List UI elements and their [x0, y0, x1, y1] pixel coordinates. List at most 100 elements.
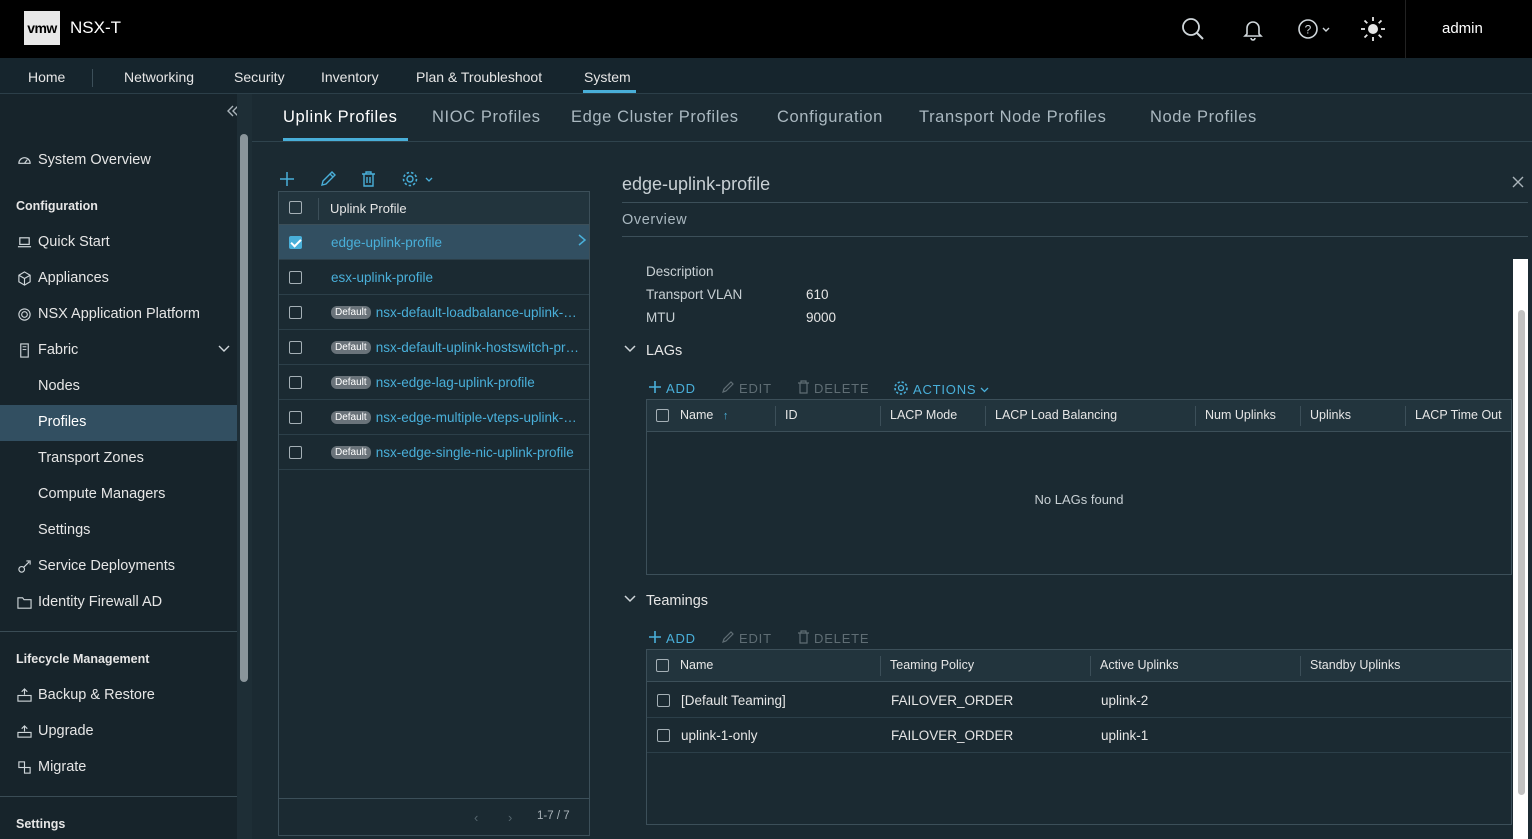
- select-all-checkbox[interactable]: [656, 409, 669, 422]
- table-row[interactable]: uplink-1-only FAILOVER_ORDER uplink-1: [647, 718, 1511, 753]
- column-header-uplink-profile[interactable]: Uplink Profile: [330, 201, 407, 216]
- column-header-lacp-load-balancing[interactable]: LACP Load Balancing: [995, 408, 1117, 422]
- list-item[interactable]: Default nsx-default-loadbalance-uplink-ho…: [279, 295, 589, 330]
- row-checkbox[interactable]: [289, 446, 302, 459]
- column-header-lacp-timeout[interactable]: LACP Time Out: [1415, 408, 1502, 422]
- list-item[interactable]: esx-uplink-profile: [279, 260, 589, 295]
- sidebar-item-nsx-app-platform[interactable]: NSX Application Platform: [16, 306, 200, 322]
- row-checkbox[interactable]: [289, 341, 302, 354]
- tab-transport-node-profiles[interactable]: Transport Node Profiles: [919, 108, 1106, 127]
- next-page-icon[interactable]: ›: [508, 810, 512, 825]
- edit-pencil-icon[interactable]: [319, 170, 337, 193]
- profile-link[interactable]: Default nsx-edge-single-nic-uplink-profil…: [331, 445, 581, 460]
- column-header-teaming-policy[interactable]: Teaming Policy: [890, 658, 974, 672]
- vmware-logo[interactable]: vmw: [24, 11, 60, 45]
- column-divider[interactable]: [1090, 656, 1091, 676]
- column-header-uplinks[interactable]: Uplinks: [1310, 408, 1351, 422]
- theme-sun-icon[interactable]: [1360, 16, 1386, 42]
- nav-plan-troubleshoot[interactable]: Plan & Troubleshoot: [416, 69, 542, 85]
- sidebar-item-migrate[interactable]: Migrate: [16, 759, 86, 775]
- sidebar-item-profiles[interactable]: Profiles: [38, 414, 86, 430]
- row-checkbox[interactable]: [657, 729, 670, 742]
- tab-node-profiles[interactable]: Node Profiles: [1150, 108, 1257, 127]
- column-header-standby-uplinks[interactable]: Standby Uplinks: [1310, 658, 1400, 672]
- sidebar-item-transport-zones[interactable]: Transport Zones: [38, 450, 144, 466]
- lags-section-toggle[interactable]: LAGs: [624, 343, 682, 359]
- column-header-active-uplinks[interactable]: Active Uplinks: [1100, 658, 1179, 672]
- nav-security[interactable]: Security: [234, 69, 285, 85]
- teamings-edit-button[interactable]: EDIT: [721, 630, 772, 647]
- sidebar-item-upgrade[interactable]: Upgrade: [16, 723, 94, 739]
- sidebar-item-fabric[interactable]: Fabric: [16, 342, 230, 358]
- sidebar-item-nodes[interactable]: Nodes: [38, 378, 80, 394]
- column-divider[interactable]: [880, 406, 881, 426]
- column-header-lacp-mode[interactable]: LACP Mode: [890, 408, 957, 422]
- detail-scrollbar[interactable]: [1518, 310, 1525, 795]
- profile-link[interactable]: edge-uplink-profile: [331, 235, 581, 250]
- list-item[interactable]: edge-uplink-profile: [279, 225, 589, 260]
- column-divider[interactable]: [1300, 656, 1301, 676]
- sidebar-item-backup-restore[interactable]: Backup & Restore: [16, 687, 155, 703]
- sidebar-item-settings[interactable]: Settings: [38, 522, 90, 538]
- prev-page-icon[interactable]: ‹: [474, 810, 478, 825]
- search-icon[interactable]: [1180, 16, 1206, 42]
- profile-link[interactable]: Default nsx-default-loadbalance-uplink-ho…: [331, 305, 581, 320]
- chevron-right-icon[interactable]: [577, 233, 587, 250]
- close-icon[interactable]: [1511, 174, 1525, 194]
- sidebar-item-system-overview[interactable]: System Overview: [16, 152, 151, 168]
- lags-edit-button[interactable]: EDIT: [721, 380, 772, 397]
- sidebar-item-identity-firewall[interactable]: Identity Firewall AD: [16, 594, 162, 610]
- nav-system[interactable]: System: [584, 69, 631, 85]
- column-divider[interactable]: [1300, 406, 1301, 426]
- lags-actions-dropdown[interactable]: ACTIONS: [893, 380, 989, 399]
- app-title[interactable]: NSX-T: [70, 18, 121, 38]
- column-divider[interactable]: [1405, 406, 1406, 426]
- column-divider[interactable]: [775, 406, 776, 426]
- row-checkbox[interactable]: [289, 271, 302, 284]
- row-checkbox[interactable]: [657, 694, 670, 707]
- column-header-num-uplinks[interactable]: Num Uplinks: [1205, 408, 1276, 422]
- sidebar-item-service-deployments[interactable]: Service Deployments: [16, 558, 175, 574]
- column-header-id[interactable]: ID: [785, 408, 798, 422]
- row-checkbox[interactable]: [289, 306, 302, 319]
- tab-uplink-profiles[interactable]: Uplink Profiles: [283, 108, 397, 127]
- sidebar-item-compute-managers[interactable]: Compute Managers: [38, 486, 165, 502]
- profile-link[interactable]: esx-uplink-profile: [331, 270, 581, 285]
- row-checkbox[interactable]: [289, 236, 302, 249]
- teamings-section-toggle[interactable]: Teamings: [624, 593, 708, 609]
- row-checkbox[interactable]: [289, 376, 302, 389]
- teamings-delete-button[interactable]: DELETE: [797, 630, 869, 647]
- lags-delete-button[interactable]: DELETE: [797, 380, 869, 397]
- column-header-name[interactable]: Name: [680, 658, 713, 672]
- list-item[interactable]: Default nsx-edge-multiple-vteps-uplink-pr…: [279, 400, 589, 435]
- chevron-down-icon[interactable]: [218, 342, 230, 358]
- select-all-checkbox[interactable]: [289, 201, 302, 214]
- column-divider[interactable]: [1195, 406, 1196, 426]
- profile-link[interactable]: Default nsx-default-uplink-hostswitch-pro…: [331, 340, 581, 355]
- teamings-add-button[interactable]: ADD: [648, 630, 696, 647]
- sidebar-item-quick-start[interactable]: Quick Start: [16, 234, 110, 250]
- tab-configuration[interactable]: Configuration: [777, 108, 883, 127]
- nav-home[interactable]: Home: [28, 69, 65, 85]
- row-checkbox[interactable]: [289, 411, 302, 424]
- nav-networking[interactable]: Networking: [124, 69, 194, 85]
- table-row[interactable]: [Default Teaming] FAILOVER_ORDER uplink-…: [647, 683, 1511, 718]
- list-item[interactable]: Default nsx-edge-lag-uplink-profile: [279, 365, 589, 400]
- column-divider[interactable]: [985, 406, 986, 426]
- tab-edge-cluster-profiles[interactable]: Edge Cluster Profiles: [571, 108, 739, 127]
- profile-link[interactable]: Default nsx-edge-multiple-vteps-uplink-pr…: [331, 410, 581, 425]
- user-menu[interactable]: admin: [1442, 20, 1483, 37]
- tab-overview[interactable]: Overview: [622, 212, 687, 228]
- help-icon[interactable]: ?: [1296, 16, 1332, 42]
- select-all-checkbox[interactable]: [656, 659, 669, 672]
- list-item[interactable]: Default nsx-default-uplink-hostswitch-pro…: [279, 330, 589, 365]
- column-divider[interactable]: [880, 656, 881, 676]
- sidebar-scrollbar[interactable]: [240, 134, 248, 682]
- list-item[interactable]: Default nsx-edge-single-nic-uplink-profil…: [279, 435, 589, 470]
- sidebar-item-appliances[interactable]: Appliances: [16, 270, 109, 286]
- add-icon[interactable]: [279, 170, 295, 193]
- settings-gear-dropdown-icon[interactable]: [401, 170, 435, 193]
- profile-link[interactable]: Default nsx-edge-lag-uplink-profile: [331, 375, 581, 390]
- nav-inventory[interactable]: Inventory: [321, 69, 379, 85]
- bell-icon[interactable]: [1240, 16, 1266, 42]
